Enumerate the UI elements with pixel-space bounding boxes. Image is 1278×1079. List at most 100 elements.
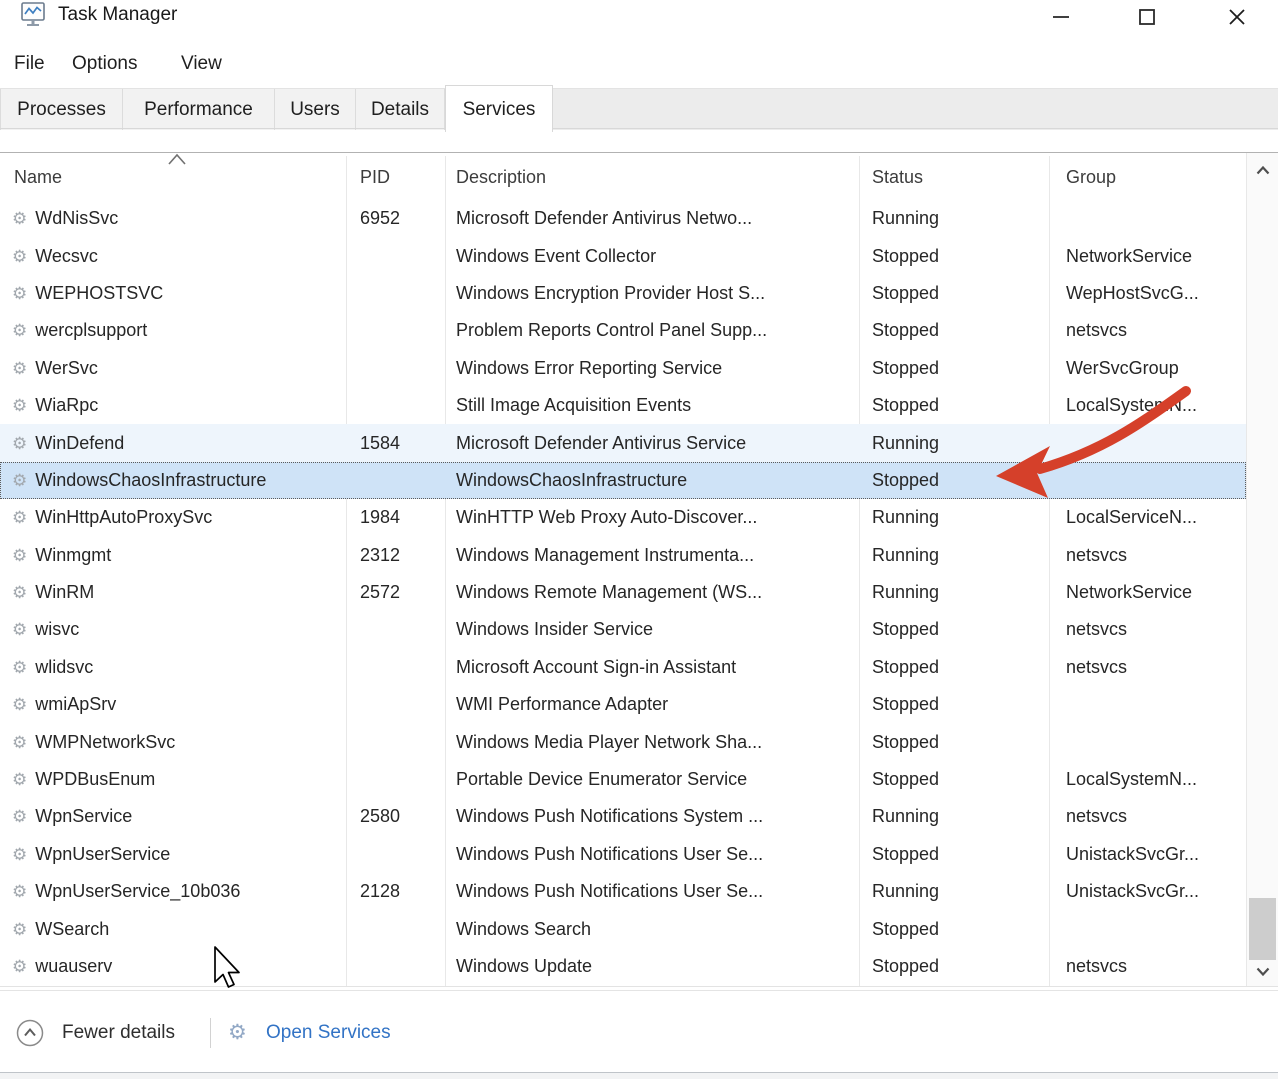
title-bar[interactable]: Task Manager	[0, 0, 1278, 34]
table-row[interactable]: ⚙ WpnUserService_10b036 2128Windows Push N…	[0, 873, 1246, 910]
column-header-pid[interactable]: PID	[360, 155, 390, 200]
table-row[interactable]: ⚙WMPNetworkSvcWindows Media Player Netwo…	[0, 723, 1246, 760]
service-name-cell: ⚙Winmgmt	[0, 545, 347, 566]
table-row[interactable]: ⚙WinHttpAutoProxySvc1984WinHTTP Web Prox…	[0, 499, 1246, 536]
table-row[interactable]: ⚙WpnService2580Windows Push Notification…	[0, 798, 1246, 835]
tab-details[interactable]: Details	[356, 89, 445, 130]
service-name: wisvc	[35, 619, 79, 640]
table-row[interactable]: ⚙WerSvcWindows Error Reporting ServiceSt…	[0, 350, 1246, 387]
table-row[interactable]: ⚙WSearchWindows SearchStopped	[0, 910, 1246, 947]
maximize-button[interactable]	[1116, 0, 1178, 34]
column-header-description[interactable]: Description	[456, 155, 546, 200]
table-row[interactable]: ⚙WPDBusEnumPortable Device Enumerator Se…	[0, 761, 1246, 798]
table-row[interactable]: ⚙WiaRpcStill Image Acquisition EventsSto…	[0, 387, 1246, 424]
service-description: Windows Push Notifications User Se...	[446, 881, 860, 902]
service-description: Windows Error Reporting Service	[446, 358, 860, 379]
maximize-icon	[1138, 8, 1156, 26]
service-description: WindowsChaosInfrastructure	[446, 470, 860, 491]
close-icon	[1228, 8, 1246, 26]
service-group: NetworkService	[1050, 246, 1246, 267]
scrollbar-thumb[interactable]	[1249, 898, 1276, 960]
service-name-cell: ⚙WinDefend	[0, 433, 347, 454]
service-pid: 1584	[347, 433, 446, 454]
scrollbar-down-button[interactable]	[1247, 958, 1278, 984]
service-name-cell: ⚙wisvc	[0, 619, 347, 640]
service-description: Windows Encryption Provider Host S...	[446, 283, 860, 304]
menu-file[interactable]: File	[14, 48, 45, 80]
task-manager-app-icon	[20, 1, 46, 31]
service-name: WindowsChaosInfrastructure	[35, 470, 266, 491]
service-gear-icon: ⚙	[12, 509, 27, 526]
window-title: Task Manager	[58, 4, 177, 26]
chevron-down-icon	[1256, 967, 1270, 976]
service-status: Stopped	[860, 657, 1050, 678]
column-header-group[interactable]: Group	[1066, 155, 1116, 200]
table-row[interactable]: ⚙wlidsvcMicrosoft Account Sign-in Assist…	[0, 649, 1246, 686]
service-name: Winmgmt	[35, 545, 111, 566]
service-status: Stopped	[860, 956, 1050, 977]
service-status: Running	[860, 433, 1050, 454]
service-name-cell: ⚙WSearch	[0, 919, 347, 940]
service-status: Stopped	[860, 769, 1050, 790]
table-row[interactable]: ⚙WinRM2572Windows Remote Management (WS.…	[0, 574, 1246, 611]
table-row[interactable]: ⚙Winmgmt2312Windows Management Instrumen…	[0, 537, 1246, 574]
table-row[interactable]: ⚙WindowsChaosInfrastructureWindowsChaosI…	[0, 462, 1246, 499]
tab-performance[interactable]: Performance	[123, 89, 275, 130]
tab-services[interactable]: Services	[445, 85, 553, 132]
fewer-details-button[interactable]	[16, 1019, 44, 1047]
service-pid: 2128	[347, 881, 446, 902]
service-name: WinRM	[35, 582, 94, 603]
scrollbar-up-button[interactable]	[1247, 157, 1278, 183]
service-gear-icon: ⚙	[12, 958, 27, 975]
service-name: WpnUserService_10b036	[35, 881, 240, 902]
service-gear-icon: ⚙	[12, 659, 27, 676]
footer-divider	[210, 1018, 211, 1048]
table-row[interactable]: ⚙wercplsupportProblem Reports Control Pa…	[0, 312, 1246, 349]
table-row[interactable]: ⚙wmiApSrvWMI Performance AdapterStopped	[0, 686, 1246, 723]
service-group: netsvcs	[1050, 806, 1246, 827]
services-table-body: ⚙WdNisSvc6952Microsoft Defender Antiviru…	[0, 200, 1246, 986]
sort-ascending-icon	[166, 153, 188, 166]
service-status: Stopped	[860, 283, 1050, 304]
table-row[interactable]: ⚙WdNisSvc6952Microsoft Defender Antiviru…	[0, 200, 1246, 237]
service-pid: 1984	[347, 507, 446, 528]
service-gear-icon: ⚙	[12, 397, 27, 414]
service-description: Windows Update	[446, 956, 860, 977]
service-status: Running	[860, 582, 1050, 603]
minimize-button[interactable]	[1030, 0, 1092, 34]
tab-users[interactable]: Users	[275, 89, 356, 130]
tab-strip: Processes Performance Users Details Serv…	[0, 88, 1278, 130]
menu-bar: File Options View	[0, 48, 1278, 80]
column-header-status[interactable]: Status	[872, 155, 923, 200]
service-gear-icon: ⚙	[12, 210, 27, 227]
table-row[interactable]: ⚙WecsvcWindows Event CollectorStoppedNet…	[0, 237, 1246, 274]
service-gear-icon: ⚙	[12, 435, 27, 452]
service-gear-icon: ⚙	[12, 322, 27, 339]
service-group: WepHostSvcG...	[1050, 283, 1246, 304]
open-services-link[interactable]: Open Services	[266, 1019, 391, 1047]
table-row[interactable]: ⚙wisvcWindows Insider ServiceStoppednets…	[0, 611, 1246, 648]
service-group: netsvcs	[1050, 320, 1246, 341]
service-group: NetworkService	[1050, 582, 1246, 603]
service-name-cell: ⚙WpnService	[0, 806, 347, 827]
tab-processes[interactable]: Processes	[0, 89, 123, 130]
table-row[interactable]: ⚙WEPHOSTSVCWindows Encryption Provider H…	[0, 275, 1246, 312]
service-group: LocalSystemN...	[1050, 395, 1246, 416]
table-row[interactable]: ⚙WpnUserServiceWindows Push Notification…	[0, 836, 1246, 873]
table-row[interactable]: ⚙wuauservWindows UpdateStoppednetsvcs	[0, 948, 1246, 985]
service-pid: 2572	[347, 582, 446, 603]
fewer-details-label[interactable]: Fewer details	[62, 1019, 175, 1047]
service-name: WdNisSvc	[35, 208, 118, 229]
service-group: LocalSystemN...	[1050, 769, 1246, 790]
service-pid: 2312	[347, 545, 446, 566]
menu-view[interactable]: View	[181, 48, 222, 80]
service-gear-icon: ⚙	[12, 883, 27, 900]
close-button[interactable]	[1206, 0, 1268, 34]
column-header-name[interactable]: Name	[14, 155, 62, 200]
service-name-cell: ⚙WinRM	[0, 582, 347, 603]
service-name-cell: ⚙wuauserv	[0, 956, 347, 977]
menu-options[interactable]: Options	[72, 48, 137, 80]
table-row[interactable]: ⚙WinDefend1584Microsoft Defender Antivir…	[0, 424, 1246, 461]
service-status: Running	[860, 208, 1050, 229]
vertical-scrollbar[interactable]	[1246, 153, 1278, 986]
